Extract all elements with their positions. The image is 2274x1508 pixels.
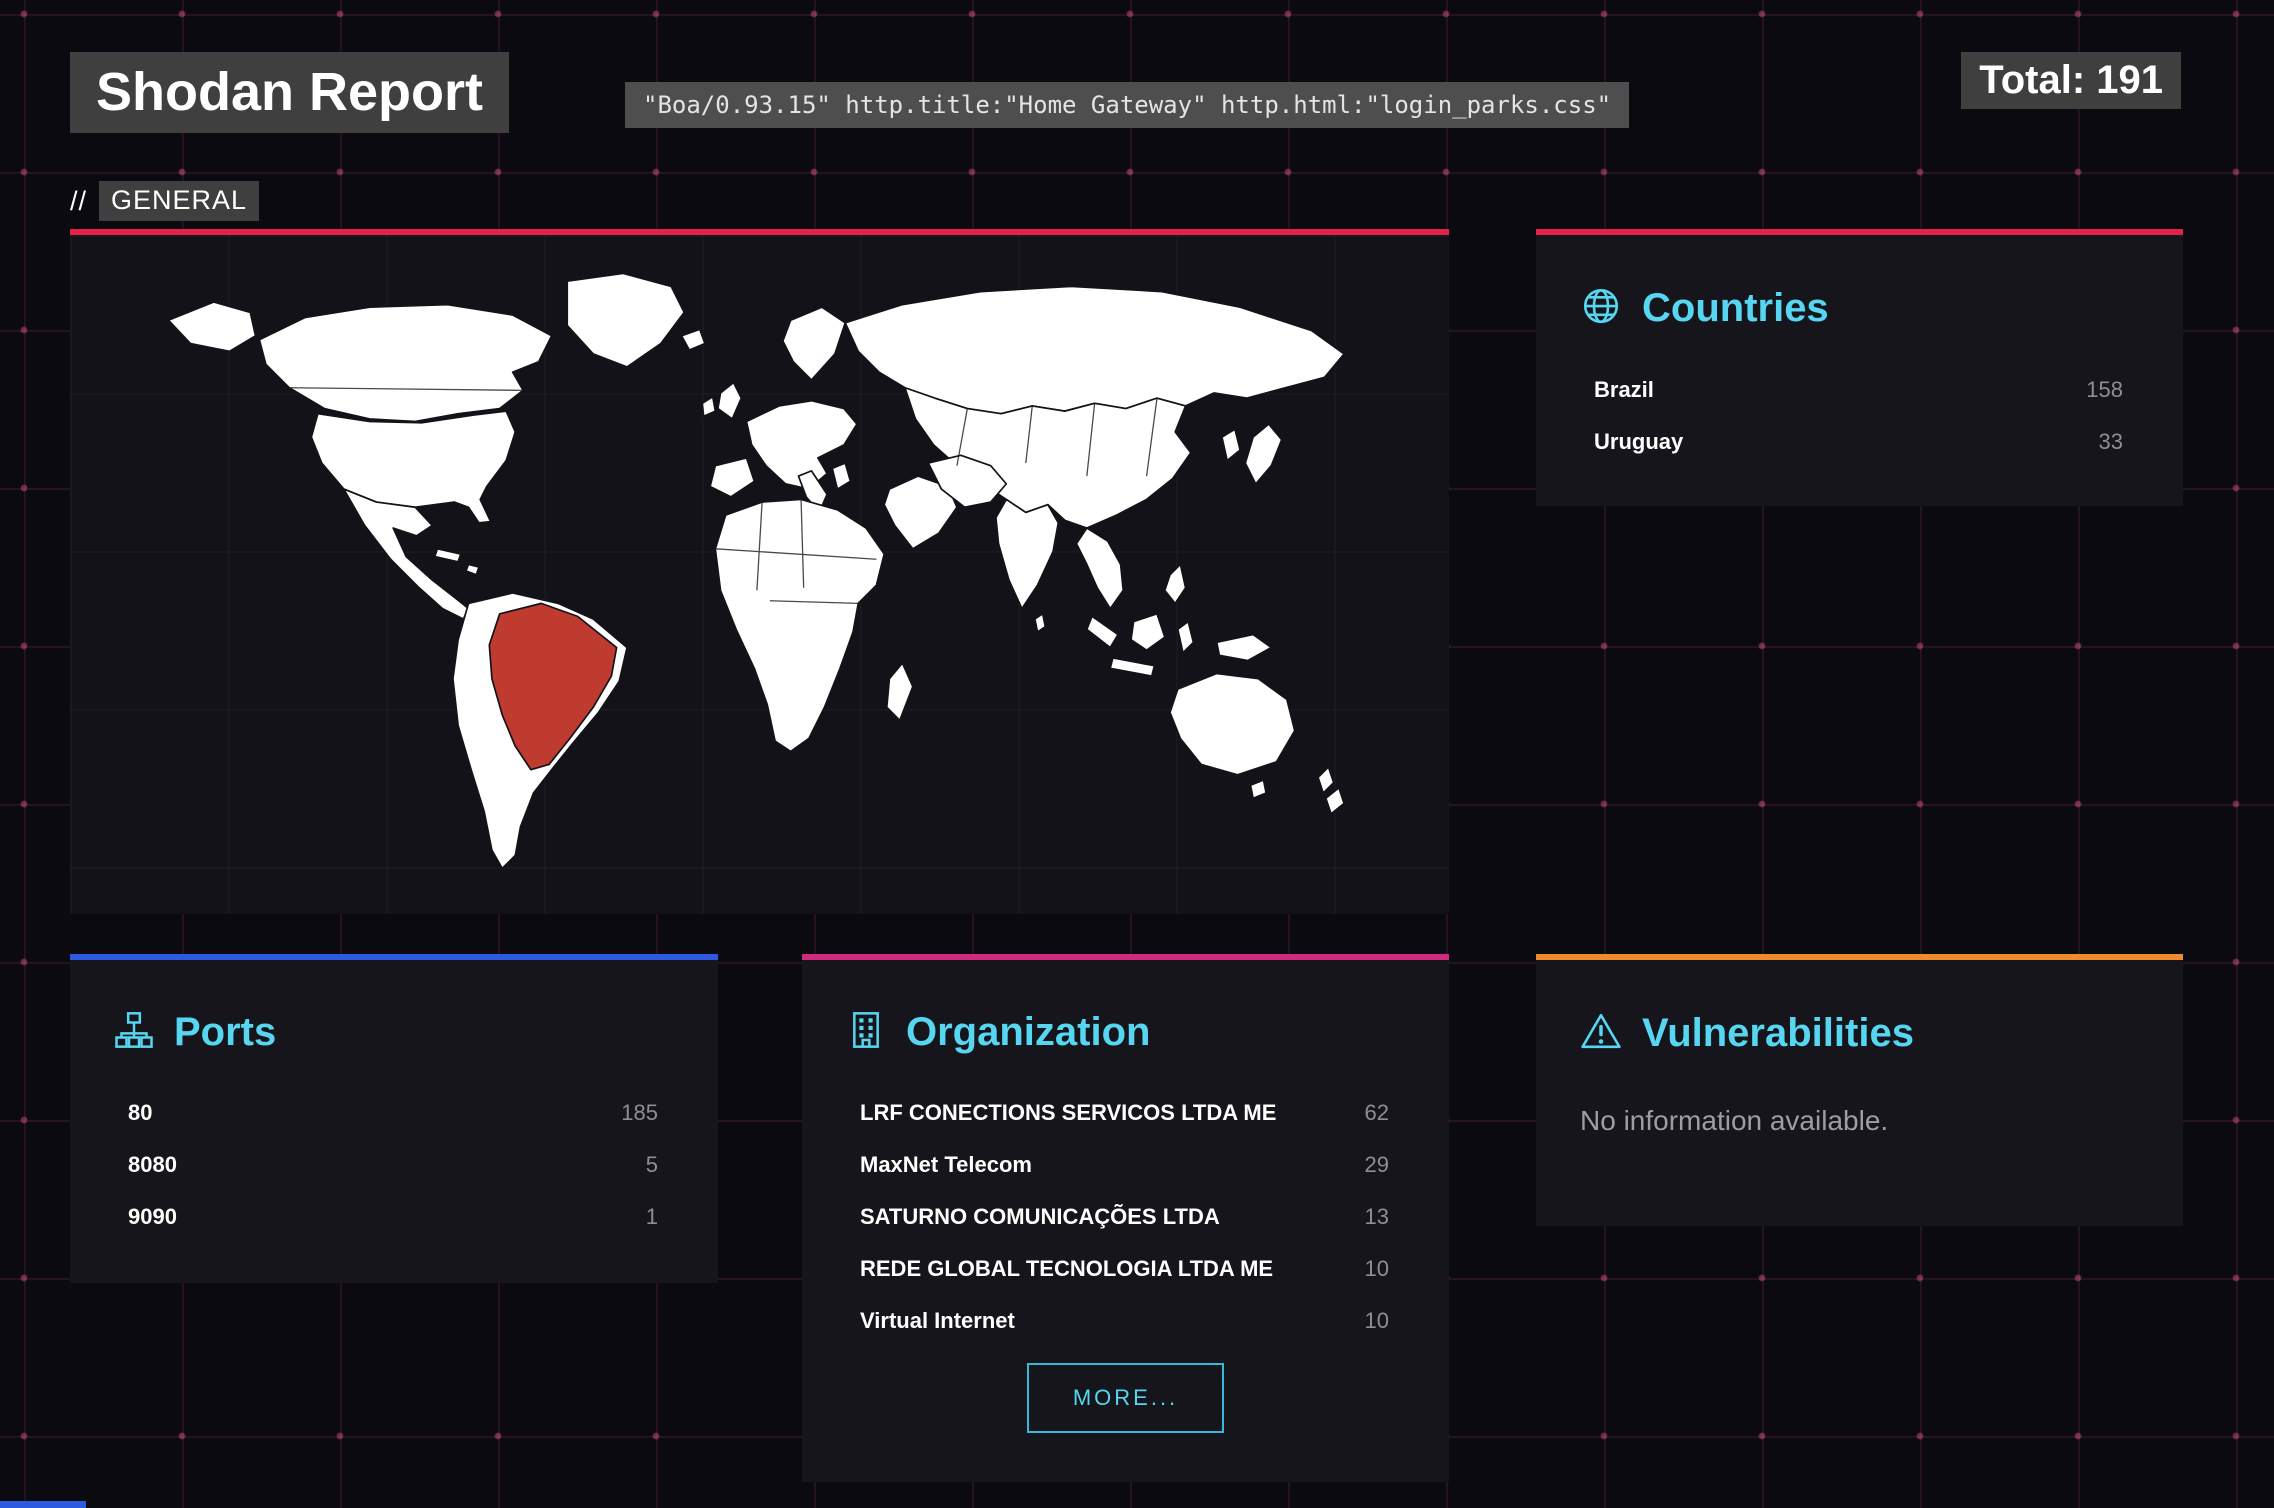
- section-prefix: //: [70, 186, 87, 217]
- port-label: 8080: [128, 1152, 177, 1178]
- network-icon: [114, 1010, 154, 1055]
- organization-title: Organization: [906, 1010, 1150, 1055]
- port-label: 9090: [128, 1204, 177, 1230]
- org-label: MaxNet Telecom: [860, 1152, 1032, 1178]
- country-value: 158: [2086, 377, 2123, 403]
- org-label: LRF CONECTIONS SERVICOS LTDA ME: [860, 1100, 1276, 1126]
- org-label: REDE GLOBAL TECNOLOGIA LTDA ME: [860, 1256, 1273, 1282]
- vulnerabilities-card: Vulnerabilities No information available…: [1536, 954, 2183, 1226]
- page-title: Shodan Report: [70, 52, 509, 133]
- map-africa: [715, 499, 884, 751]
- section-general: // GENERAL: [70, 181, 259, 221]
- map-sri-lanka: [1035, 614, 1045, 632]
- partial-card-border: [0, 1501, 86, 1508]
- map-tasmania: [1251, 780, 1267, 798]
- org-label: SATURNO COMUNICAÇÕES LTDA: [860, 1204, 1220, 1230]
- country-label: Uruguay: [1594, 429, 1683, 455]
- vulnerabilities-title: Vulnerabilities: [1642, 1011, 1914, 1056]
- country-row-uruguay: Uruguay 33: [1536, 416, 2183, 468]
- map-java: [1110, 658, 1154, 676]
- map-new-guinea: [1217, 635, 1272, 661]
- globe-icon: [1580, 285, 1622, 332]
- map-japan: [1245, 424, 1281, 484]
- map-sulawesi: [1178, 622, 1194, 653]
- building-icon: [846, 1010, 886, 1055]
- countries-card: Countries Brazil 158 Uruguay 33: [1536, 229, 2183, 506]
- ports-title: Ports: [174, 1010, 276, 1055]
- map-madagascar: [887, 663, 913, 720]
- map-greenland: [567, 273, 684, 367]
- map-hispaniola: [466, 564, 479, 574]
- map-australia: [1170, 674, 1295, 775]
- org-row: REDE GLOBAL TECNOLOGIA LTDA ME 10: [802, 1243, 1449, 1295]
- map-cuba: [435, 549, 461, 562]
- org-value: 29: [1365, 1152, 1389, 1178]
- map-canada: [259, 305, 551, 422]
- org-row: SATURNO COMUNICAÇÕES LTDA 13: [802, 1191, 1449, 1243]
- warning-icon: [1580, 1010, 1622, 1057]
- port-row-8080: 8080 5: [70, 1139, 718, 1191]
- map-alaska: [168, 302, 255, 351]
- total-count-badge: Total: 191: [1961, 52, 2181, 109]
- port-value: 1: [646, 1204, 658, 1230]
- map-korea: [1222, 429, 1240, 460]
- org-value: 10: [1365, 1256, 1389, 1282]
- org-row: LRF CONECTIONS SERVICOS LTDA ME 62: [802, 1087, 1449, 1139]
- map-indochina: [1076, 528, 1123, 609]
- org-value: 13: [1365, 1204, 1389, 1230]
- map-balkans: [832, 463, 850, 489]
- map-sumatra: [1087, 616, 1118, 647]
- port-label: 80: [128, 1100, 152, 1126]
- map-new-zealand-north: [1318, 767, 1334, 793]
- org-value: 62: [1365, 1100, 1389, 1126]
- country-value: 33: [2099, 429, 2123, 455]
- map-iberia: [710, 458, 754, 497]
- map-scandinavia: [783, 307, 845, 380]
- port-value: 5: [646, 1152, 658, 1178]
- map-ireland: [702, 397, 715, 416]
- ports-card: Ports 80 185 8080 5 9090 1: [70, 954, 718, 1283]
- organization-card: Organization LRF CONECTIONS SERVICOS LTD…: [802, 954, 1449, 1482]
- more-button[interactable]: MORE...: [1027, 1363, 1224, 1433]
- search-query: "Boa/0.93.15" http.title:"Home Gateway" …: [625, 82, 1629, 128]
- org-row: Virtual Internet 10: [802, 1295, 1449, 1347]
- map-usa: [311, 411, 515, 523]
- country-label: Brazil: [1594, 377, 1654, 403]
- world-map-svg: [110, 261, 1409, 886]
- country-row-brazil: Brazil 158: [1536, 364, 2183, 416]
- section-label: GENERAL: [99, 181, 259, 221]
- org-value: 10: [1365, 1308, 1389, 1334]
- org-row: MaxNet Telecom 29: [802, 1139, 1449, 1191]
- map-india: [996, 499, 1058, 608]
- vulnerabilities-empty-text: No information available.: [1580, 1105, 2139, 1137]
- world-map: [110, 261, 1409, 886]
- shodan-report-page: Shodan Report "Boa/0.93.15" http.title:"…: [0, 0, 2274, 1508]
- world-map-card: [70, 229, 1449, 914]
- port-row-9090: 9090 1: [70, 1191, 718, 1243]
- port-row-80: 80 185: [70, 1087, 718, 1139]
- map-new-zealand-south: [1326, 788, 1344, 814]
- map-philippines: [1165, 564, 1186, 603]
- port-value: 185: [621, 1100, 658, 1126]
- map-borneo: [1131, 614, 1165, 650]
- map-britain: [718, 383, 741, 419]
- countries-title: Countries: [1642, 286, 1829, 331]
- map-iceland: [682, 329, 705, 350]
- org-label: Virtual Internet: [860, 1308, 1015, 1334]
